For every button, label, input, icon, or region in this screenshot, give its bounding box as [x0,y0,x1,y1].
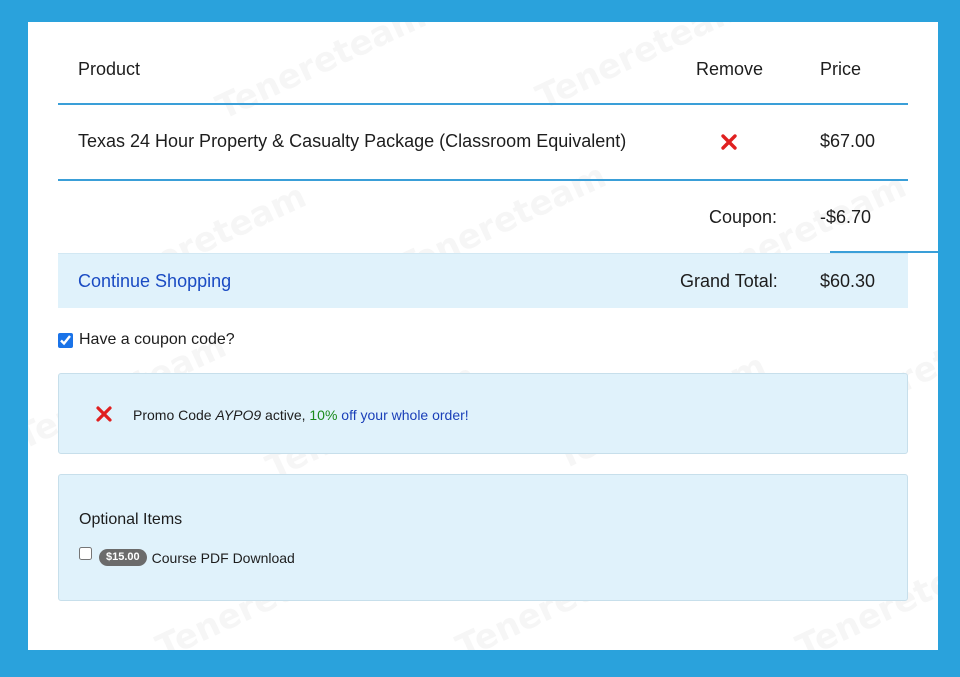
optional-items-title: Optional Items [79,511,183,528]
coupon-summary-row: Coupon: -$6.70 [58,181,938,253]
close-x-icon[interactable] [718,131,740,153]
coupon-checkbox-label[interactable]: Have a coupon code? [79,331,235,349]
optional-item: $15.00 Course PDF Download [79,547,295,566]
promo-suffix: off your whole order! [337,407,469,423]
promo-discount: 10% [309,407,338,423]
price-badge: $15.00 [99,549,147,566]
header-remove: Remove [696,59,764,79]
cart-table-header: Product Remove Price [58,22,908,105]
coupon-toggle: Have a coupon code? [58,330,235,350]
product-price: $67.00 [820,131,876,151]
coupon-value: -$6.70 [820,207,872,227]
optional-items-panel: Optional Items $15.00 Course PDF Downloa… [58,474,908,601]
product-name: Texas 24 Hour Property & Casualty Packag… [78,131,627,151]
grand-total-label: Grand Total: [680,271,778,291]
grand-total-value: $60.30 [820,271,876,291]
grand-total-bar: Continue Shopping Grand Total: $60.30 [58,253,908,308]
coupon-label: Coupon: [709,207,778,227]
promo-mid: active, [261,407,310,423]
continue-shopping-link[interactable]: Continue Shopping [78,271,231,292]
promo-message-box: Promo Code AYPO9 active, 10% off your wh… [58,373,908,454]
header-product: Product [78,59,141,79]
promo-code: AYPO9 [215,407,262,423]
header-price: Price [820,59,862,79]
optional-item-checkbox[interactable] [79,547,92,560]
table-row: Texas 24 Hour Property & Casualty Packag… [58,105,908,181]
optional-item-label[interactable]: Course PDF Download [152,550,295,566]
promo-message: Promo Code AYPO9 active, 10% off your wh… [133,407,469,423]
coupon-checkbox[interactable] [58,332,73,348]
promo-prefix: Promo Code [133,407,216,423]
cart-card: Tenereteam Tenereteam Tenereteam Teneret… [28,22,938,650]
close-x-icon[interactable] [95,405,113,423]
